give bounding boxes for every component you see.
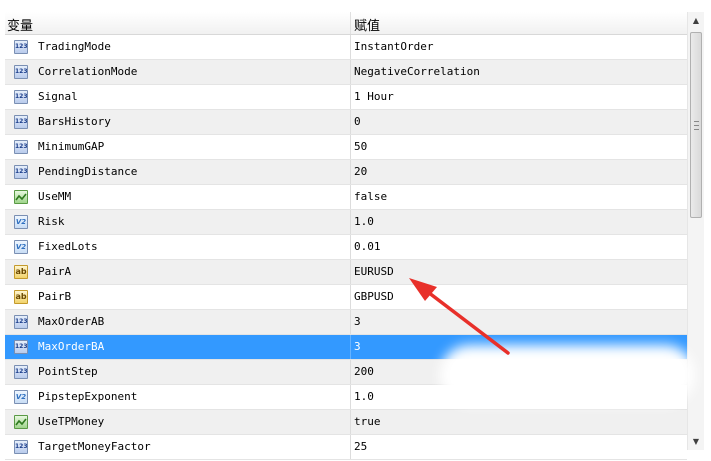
table-row[interactable]: V2 Risk 1.0: [5, 210, 687, 235]
parameter-name: PendingDistance: [38, 165, 138, 178]
column-divider: [350, 210, 351, 234]
int-type-icon: 123: [14, 40, 28, 54]
int-type-icon: 123: [14, 365, 28, 379]
column-divider: [350, 160, 351, 184]
parameter-value[interactable]: 20: [354, 165, 367, 178]
double-type-icon: V2: [14, 240, 28, 254]
parameter-name: MaxOrderBA: [38, 340, 105, 353]
int-type-icon: 123: [14, 440, 28, 454]
bool-type-icon: [14, 190, 28, 204]
string-type-icon: ab: [14, 265, 28, 279]
parameter-name: PointStep: [38, 365, 98, 378]
column-divider: [350, 360, 351, 384]
table-row[interactable]: UseTPMoney true: [5, 410, 687, 435]
parameter-name: BarsHistory: [38, 115, 111, 128]
table-row[interactable]: ab PairB GBPUSD: [5, 285, 687, 310]
bool-type-icon: [14, 415, 28, 429]
parameter-name: FixedLots: [38, 240, 98, 253]
scroll-down-arrow-icon[interactable]: ▼: [688, 433, 704, 450]
double-type-icon: V2: [14, 390, 28, 404]
column-divider: [350, 410, 351, 434]
column-divider: [350, 135, 351, 159]
parameter-name: PairA: [38, 265, 72, 278]
table-row[interactable]: 123 TradingMode InstantOrder: [5, 35, 687, 60]
parameter-value[interactable]: 0.01: [354, 240, 381, 253]
parameter-name: Signal: [38, 90, 78, 103]
parameter-value[interactable]: 25: [354, 440, 367, 453]
column-divider: [350, 60, 351, 84]
parameter-value[interactable]: 1.0: [354, 215, 374, 228]
column-divider: [350, 385, 351, 409]
parameter-name: TargetMoneyFactor: [38, 440, 151, 453]
column-divider: [350, 235, 351, 259]
int-type-icon: 123: [14, 340, 28, 354]
table-row[interactable]: 123 BarsHistory 0: [5, 110, 687, 135]
column-divider: [350, 260, 351, 284]
int-type-icon: 123: [14, 315, 28, 329]
parameter-value[interactable]: InstantOrder: [354, 40, 433, 53]
parameter-name: PipstepExponent: [38, 390, 138, 403]
int-type-icon: 123: [14, 165, 28, 179]
table-row[interactable]: V2 FixedLots 0.01: [5, 235, 687, 260]
parameter-value[interactable]: 1 Hour: [354, 90, 394, 103]
parameter-value[interactable]: 1.0: [354, 390, 374, 403]
parameter-name: MaxOrderAB: [38, 315, 105, 328]
column-divider: [350, 85, 351, 109]
int-type-icon: 123: [14, 115, 28, 129]
header-value[interactable]: 赋值: [354, 15, 380, 34]
parameter-name: TradingMode: [38, 40, 111, 53]
column-divider: [350, 435, 351, 459]
parameter-value[interactable]: false: [354, 190, 387, 203]
parameter-name: UseMM: [38, 190, 72, 203]
column-divider: [350, 335, 351, 359]
table-row[interactable]: UseMM false: [5, 185, 687, 210]
header-divider[interactable]: [350, 12, 351, 34]
scroll-grip-icon: [694, 121, 699, 133]
parameter-value[interactable]: 200: [354, 365, 374, 378]
parameter-name: UseTPMoney: [38, 415, 105, 428]
parameter-name: CorrelationMode: [38, 65, 138, 78]
int-type-icon: 123: [14, 90, 28, 104]
table-row[interactable]: 123 MinimumGAP 50: [5, 135, 687, 160]
parameter-name: Risk: [38, 215, 65, 228]
int-type-icon: 123: [14, 65, 28, 79]
parameter-value[interactable]: true: [354, 415, 381, 428]
int-type-icon: 123: [14, 140, 28, 154]
column-divider: [350, 285, 351, 309]
table-row[interactable]: 123 MaxOrderAB 3: [5, 310, 687, 335]
parameter-value[interactable]: 0: [354, 115, 361, 128]
parameter-value[interactable]: GBPUSD: [354, 290, 394, 303]
column-divider: [350, 110, 351, 134]
scroll-up-arrow-icon[interactable]: ▲: [688, 12, 704, 29]
parameter-value[interactable]: 50: [354, 140, 367, 153]
table-row[interactable]: 123 Signal 1 Hour: [5, 85, 687, 110]
header-variable[interactable]: 变量: [7, 15, 33, 34]
table-row[interactable]: 123 CorrelationMode NegativeCorrelation: [5, 60, 687, 85]
column-divider: [350, 185, 351, 209]
redacted-area: [440, 345, 695, 405]
parameter-value[interactable]: 3: [354, 315, 361, 328]
table-row[interactable]: 123 TargetMoneyFactor 25: [5, 435, 687, 460]
parameters-window: 变量 赋值 123 TradingMode InstantOrder 123 Corre…: [0, 0, 711, 461]
parameter-value[interactable]: NegativeCorrelation: [354, 65, 480, 78]
double-type-icon: V2: [14, 215, 28, 229]
table-header: 变量 赋值: [5, 12, 687, 35]
table-row[interactable]: ab PairA EURUSD: [5, 260, 687, 285]
column-divider: [350, 310, 351, 334]
column-divider: [350, 35, 351, 59]
parameter-name: PairB: [38, 290, 72, 303]
parameter-value[interactable]: 3: [354, 340, 361, 353]
table-row[interactable]: 123 PendingDistance 20: [5, 160, 687, 185]
scroll-thumb[interactable]: [690, 32, 702, 218]
parameter-value[interactable]: EURUSD: [354, 265, 394, 278]
parameter-name: MinimumGAP: [38, 140, 105, 153]
string-type-icon: ab: [14, 290, 28, 304]
